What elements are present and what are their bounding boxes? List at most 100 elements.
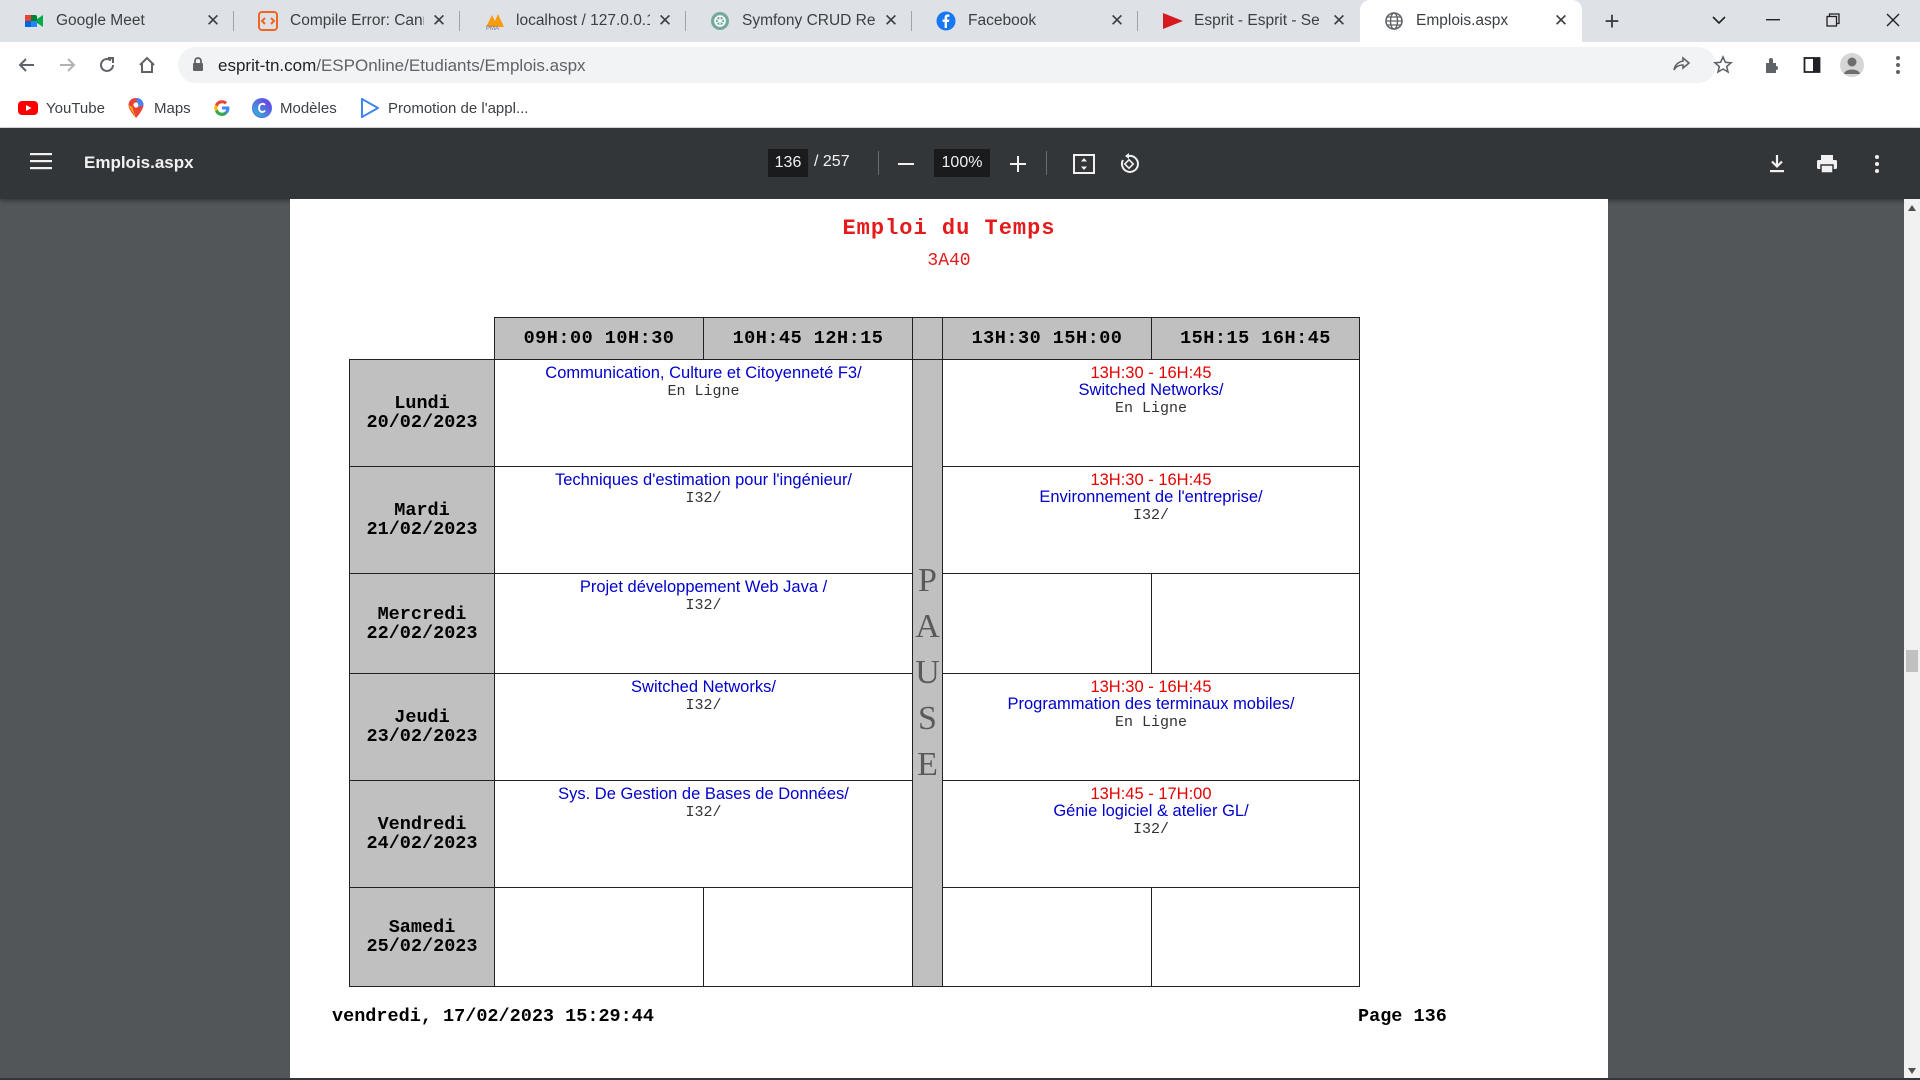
course-subject: Projet développement Web Java / [579,578,828,596]
zoom-in-icon[interactable] [1005,151,1031,177]
pdf-title: Emplois.aspx [84,153,194,172]
course-cell: Projet développement Web Java / I32/ [494,573,913,674]
tab-title: Symfony CRUD Reclar [742,12,876,29]
course-time: 13H:30 - 16H:45 [1090,471,1212,489]
empty-cell [1151,887,1360,987]
tab-phpmyadmin[interactable]: PMA localhost / 127.0.0.1 / ✕ [460,0,686,42]
close-tab-icon[interactable]: ✕ [882,12,900,30]
pause-column: P A U S E [912,359,943,987]
course-subject: Environnement de l'entreprise/ [1039,488,1263,506]
course-cell: 13H:30 - 16H:45 Environnement de l'entre… [942,466,1360,574]
address-bar[interactable]: esprit-tn.com/ESPOnline/Etudiants/Emploi… [178,47,1716,83]
back-icon[interactable] [12,50,42,80]
close-tab-icon[interactable]: ✕ [1552,12,1570,30]
bookmark-star-icon[interactable] [1708,50,1738,80]
minimize-icon[interactable] [1750,0,1796,40]
course-time: 13H:30 - 16H:45 [1090,678,1212,696]
tab-facebook[interactable]: Facebook ✕ [912,0,1138,42]
course-cell: Switched Networks/ I32/ [494,673,913,781]
course-subject: Génie logiciel & atelier GL/ [1053,802,1249,820]
bookmark-modeles[interactable]: Modèles [252,96,337,120]
facebook-icon [936,11,956,31]
close-tab-icon[interactable]: ✕ [1108,12,1126,30]
share-icon[interactable] [1672,55,1692,75]
zoom-out-icon[interactable] [893,151,919,177]
day-label-samedi: Samedi 25/02/2023 [349,887,495,987]
print-icon[interactable] [1814,151,1840,177]
course-cell: Communication, Culture et Citoyenneté F3… [494,359,913,467]
tab-google-meet[interactable]: Google Meet ✕ [0,0,234,42]
class-code: 3A40 [927,251,971,271]
scrollbar-thumb[interactable] [1906,650,1918,672]
time-header-1: 09H:00 10H:30 [494,317,704,360]
reload-icon[interactable] [92,50,122,80]
vertical-scrollbar[interactable] [1904,199,1920,1080]
lock-icon[interactable] [192,56,204,77]
bookmark-maps[interactable]: Maps [126,96,191,120]
esprit-icon [1162,11,1183,31]
zoom-input[interactable]: 100% [934,149,990,177]
tab-strip: Google Meet ✕ Compile Error: Canno ✕ PMA… [0,0,1920,42]
course-room: I32/ [685,697,722,714]
youtube-icon [18,98,38,118]
phpmyadmin-icon: PMA [484,11,504,32]
day-label-lundi: Lundi 20/02/2023 [349,359,495,467]
close-tab-icon[interactable]: ✕ [204,12,222,30]
bookmark-promotion[interactable]: Promotion de l'appl... [360,96,528,120]
tab-esprit[interactable]: Esprit - Esprit - Se for ✕ [1138,0,1360,42]
page-number-input[interactable]: 136 [768,149,808,177]
fit-page-icon[interactable] [1071,151,1097,177]
chrome-menu-icon[interactable] [1883,50,1913,80]
more-options-icon[interactable] [1864,151,1890,177]
bookmark-google[interactable] [212,96,240,120]
day-label-mardi: Mardi 21/02/2023 [349,466,495,574]
extensions-icon[interactable] [1757,50,1787,80]
time-header-4: 15H:15 16H:45 [1151,317,1360,360]
course-room: I32/ [685,597,722,614]
tab-symfony-crud[interactable]: Symfony CRUD Reclar ✕ [686,0,912,42]
tab-title: Compile Error: Canno [290,12,424,29]
url-text[interactable]: esprit-tn.com/ESPOnline/Etudiants/Emploi… [218,56,586,76]
pause-header [912,317,943,360]
forward-icon[interactable] [52,50,82,80]
close-tab-icon[interactable]: ✕ [656,12,674,30]
scroll-up-icon[interactable] [1908,205,1916,211]
course-cell: 13H:30 - 16H:45 Switched Networks/ En Li… [942,359,1360,467]
empty-cell [942,573,1152,674]
home-icon[interactable] [132,50,162,80]
tab-emplois[interactable]: Emplois.aspx ✕ [1360,0,1582,42]
side-panel-icon[interactable] [1797,50,1827,80]
course-room: I32/ [1132,507,1169,524]
day-label-jeudi: Jeudi 23/02/2023 [349,673,495,781]
restore-icon[interactable] [1810,0,1856,40]
menu-icon[interactable] [30,152,52,175]
profile-avatar[interactable] [1837,50,1867,80]
course-room: I32/ [1132,821,1169,838]
pause-letter: A [915,608,940,645]
pause-letter: U [915,654,940,691]
tab-compile-error[interactable]: Compile Error: Canno ✕ [234,0,460,42]
new-tab-button[interactable]: + [1598,7,1626,35]
rotate-icon[interactable] [1116,151,1142,177]
empty-cell [494,887,704,987]
canva-icon [252,98,272,118]
scroll-down-icon[interactable] [1908,1068,1916,1074]
tab-title: Google Meet [56,12,145,29]
tab-search-icon[interactable] [1696,0,1742,40]
bookmark-youtube[interactable]: YouTube [18,96,105,120]
course-cell: Sys. De Gestion de Bases de Données/ I32… [494,780,913,888]
empty-cell [942,887,1152,987]
download-icon[interactable] [1764,151,1790,177]
page-total: / 257 [814,153,850,170]
close-tab-icon[interactable]: ✕ [430,12,448,30]
print-timestamp: vendredi, 17/02/2023 15:29:44 [332,1006,654,1027]
close-tab-icon[interactable]: ✕ [1330,12,1348,30]
play-icon [360,98,380,118]
google-icon [212,98,232,118]
close-window-icon[interactable] [1870,0,1916,40]
time-header-2: 10H:45 12H:15 [703,317,913,360]
chatgpt-icon [710,11,730,31]
course-subject: Sys. De Gestion de Bases de Données/ [558,785,849,803]
tab-title: Esprit - Esprit - Se for [1194,12,1324,29]
course-room: I32/ [685,804,722,821]
